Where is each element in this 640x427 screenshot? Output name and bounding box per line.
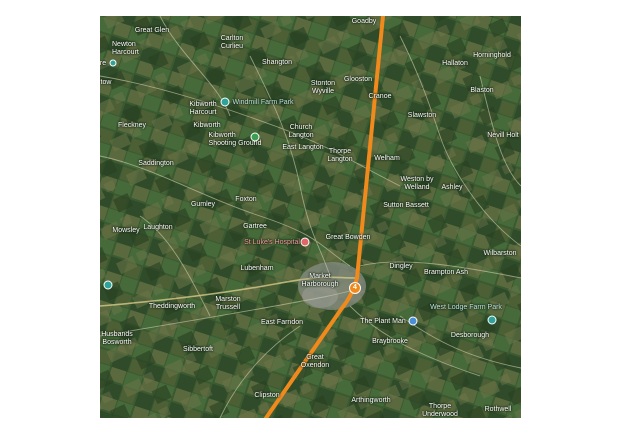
place-label: Arthingworth (351, 397, 391, 404)
place-label: East Farndon (260, 319, 304, 326)
place-label: Sibbertoft (183, 346, 213, 353)
attraction-icon[interactable] (109, 59, 117, 67)
place-label: re (100, 60, 107, 67)
place-label: tow (100, 79, 112, 86)
shopping-bag-icon[interactable] (408, 316, 418, 326)
place-label: Rothwell (484, 406, 512, 413)
place-label: Slawston (407, 112, 437, 119)
place-label: Theddingworth (148, 303, 196, 310)
place-label: Goadby (351, 18, 377, 25)
place-label: Church Langton (288, 124, 314, 139)
place-label: Great Glen (134, 27, 170, 34)
map-view[interactable]: Goadby Great Glen Newton Harcourt Carlto… (100, 16, 521, 418)
attraction-icon[interactable] (487, 315, 497, 325)
place-label: Desborough (450, 332, 490, 339)
place-label: East Langton (282, 144, 324, 151)
place-label: Kibworth Harcourt (189, 101, 217, 116)
place-label: Gartree (243, 223, 267, 230)
place-label: Brampton Ash (424, 269, 468, 276)
place-label: Dingley (389, 263, 413, 270)
place-label: Blaston (470, 87, 494, 94)
place-label: Cranoe (368, 93, 392, 100)
place-label: Fleckney (117, 122, 147, 129)
place-label: Great Bowden (325, 234, 371, 241)
attraction-icon[interactable] (103, 280, 113, 290)
poi-label-west-lodge-farm-park[interactable]: West Lodge Farm Park (430, 304, 502, 312)
place-label: Thorpe Underwood (422, 403, 458, 418)
place-label: Saddington (138, 160, 174, 167)
place-label: Wilbarston (483, 250, 517, 257)
place-label: Shangton (262, 59, 292, 66)
place-label: Carlton Curlieu (220, 35, 244, 50)
place-label: Glooston (343, 76, 373, 83)
place-label: Stonton Wyville (310, 80, 336, 95)
place-label: Marston Trussell (215, 296, 241, 311)
place-label: Horninghold (473, 52, 511, 59)
place-label: Braybrooke (372, 338, 408, 345)
place-label: Laughton (143, 224, 173, 231)
place-label: Hallaton (442, 60, 468, 67)
poi-label-st-lukes-hospital[interactable]: St Luke's Hospital (244, 239, 300, 247)
poi-label-the-plant-man[interactable]: The Plant Man (360, 318, 406, 326)
place-label: Newton Harcourt (112, 41, 139, 56)
hospital-icon[interactable] (300, 237, 310, 247)
place-label: Clipston (254, 392, 280, 399)
route-marker[interactable]: 4 (349, 282, 361, 294)
place-label: Sutton Bassett (383, 202, 429, 209)
place-label: Great Oxendon (300, 354, 330, 369)
place-label: Welham (374, 155, 400, 162)
place-label: Husbands Bosworth (101, 331, 133, 346)
place-label: Lubenham (240, 265, 274, 272)
place-label: Weston by Welland (400, 176, 434, 191)
place-label: Thorpe Langton (327, 148, 353, 163)
place-label: Nevill Holt (487, 132, 519, 139)
place-label: Gumley (190, 201, 216, 208)
place-label: Ashley (441, 184, 463, 191)
attraction-icon[interactable] (220, 97, 230, 107)
place-label: Mowsley (112, 227, 140, 234)
place-label: Kibworth (193, 122, 221, 129)
place-label: Foxton (235, 196, 257, 203)
place-label: Market Harborough (301, 273, 339, 288)
shooting-ground-icon[interactable] (250, 132, 260, 142)
poi-label-windmill-farm-park[interactable]: Windmill Farm Park (232, 99, 293, 107)
